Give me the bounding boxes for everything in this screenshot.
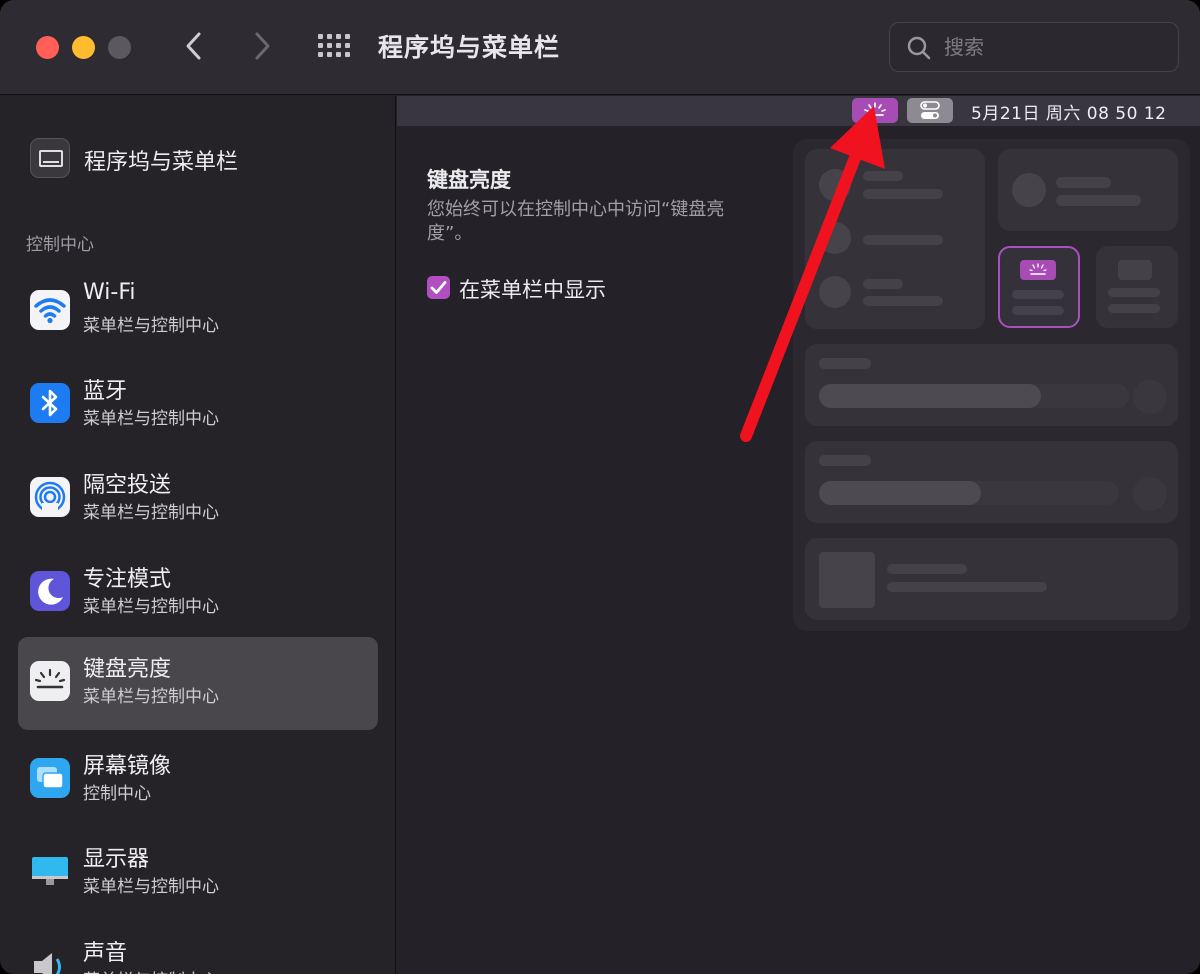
sidebar-item-name: 显示器 [83, 847, 150, 872]
sidebar-item-keyboard-brightness[interactable]: 键盘亮度 菜单栏与控制中心 [18, 637, 378, 730]
cc-screen-mirror-tile [1096, 246, 1178, 328]
sidebar-item-name: 蓝牙 [83, 379, 128, 404]
section-description: 您始终可以在控制中心中访问“键盘亮度”。 [427, 199, 725, 244]
sidebar-section-header: 控制中心 [26, 235, 94, 255]
sidebar-item-sound[interactable]: 声音 菜单栏与控制中心 [18, 921, 378, 974]
cc-display-slider-tile [805, 344, 1178, 426]
sidebar-item-subtitle: 菜单栏与控制中心 [83, 966, 219, 974]
cc-keyboard-brightness-tile [998, 246, 1080, 328]
focus-moon-icon [30, 571, 70, 611]
minimize-window-button[interactable] [72, 36, 95, 59]
sidebar-item-subtitle: 菜单栏与控制中心 [83, 409, 219, 429]
sidebar-item-name: 屏幕镜像 [83, 754, 172, 779]
forward-button[interactable] [244, 28, 280, 64]
checkmark-icon [430, 281, 447, 294]
sidebar-item-bluetooth[interactable]: 蓝牙 菜单栏与控制中心 [18, 359, 378, 452]
title-bar: 程序坞与菜单栏 [0, 0, 1200, 95]
airdrop-icon [30, 477, 70, 517]
system-preferences-window: 程序坞与菜单栏 程序坞与菜单栏 控制中心 [0, 0, 1200, 974]
sidebar-item-dock-menubar[interactable]: 程序坞与菜单栏 [30, 138, 370, 182]
keyboard-brightness-icon [864, 102, 886, 116]
dock-menubar-icon [30, 138, 70, 178]
wifi-icon [30, 290, 70, 330]
menubar-control-center-item [907, 98, 953, 123]
show-all-grid-button[interactable] [314, 30, 354, 64]
show-in-menubar-label: 在菜单栏中显示 [459, 278, 606, 302]
sidebar-item-display[interactable]: 显示器 菜单栏与控制中心 [18, 827, 378, 920]
sidebar-item-name: 声音 [83, 941, 128, 966]
sidebar-item-name: 键盘亮度 [83, 657, 172, 682]
search-field[interactable] [889, 22, 1179, 72]
window-title: 程序坞与菜单栏 [378, 33, 561, 62]
show-in-menubar-checkbox[interactable] [427, 276, 450, 299]
search-input[interactable] [944, 32, 1164, 62]
search-icon [907, 36, 931, 60]
sidebar-item-wifi[interactable]: Wi-Fi 菜单栏与控制中心 [18, 266, 378, 359]
sidebar-item-subtitle: 菜单栏与控制中心 [83, 503, 219, 523]
menubar-clock: 5月21日 周六 08 50 12 [971, 104, 1167, 124]
main-pane: 5月21日 周六 08 50 12 键盘亮度 您始终可以在控制中心中访问“键盘亮… [397, 96, 1200, 974]
chevron-right-icon [255, 32, 270, 60]
sidebar-item-subtitle: 菜单栏与控制中心 [83, 687, 219, 707]
sound-icon [30, 945, 70, 974]
sidebar-item-airdrop[interactable]: 隔空投送 菜单栏与控制中心 [18, 453, 378, 546]
sidebar-item-screen-mirroring[interactable]: 屏幕镜像 控制中心 [18, 734, 378, 827]
cc-now-playing-tile [805, 538, 1178, 620]
cc-connectivity-tile [805, 149, 985, 329]
display-icon [30, 851, 70, 891]
sidebar-item-subtitle: 控制中心 [83, 784, 151, 804]
keyboard-brightness-icon [30, 661, 70, 701]
chevron-left-icon [186, 32, 201, 60]
zoom-window-button[interactable] [108, 36, 131, 59]
keyboard-brightness-icon [1029, 263, 1047, 275]
sidebar-item-subtitle: 菜单栏与控制中心 [83, 597, 219, 617]
sidebar-item-focus[interactable]: 专注模式 菜单栏与控制中心 [18, 547, 378, 640]
screen-mirroring-icon [30, 758, 70, 798]
control-center-preview [793, 139, 1190, 631]
sidebar-item-subtitle: 菜单栏与控制中心 [83, 877, 219, 897]
control-center-icon [920, 101, 940, 119]
sidebar-item-name: 专注模式 [83, 567, 172, 592]
menubar-keyboard-brightness-item [852, 98, 898, 123]
bluetooth-icon [30, 383, 70, 423]
sidebar-item-label: 程序坞与菜单栏 [84, 150, 239, 175]
sidebar-item-subtitle: 菜单栏与控制中心 [83, 316, 219, 336]
cc-sound-slider-tile [805, 441, 1178, 523]
section-title: 键盘亮度 [427, 168, 511, 192]
sidebar-item-name: 隔空投送 [83, 473, 172, 498]
menubar-preview: 5月21日 周六 08 50 12 [397, 96, 1200, 126]
sidebar-item-name: Wi-Fi [83, 280, 136, 305]
close-window-button[interactable] [36, 36, 59, 59]
back-button[interactable] [176, 28, 212, 64]
sidebar: 程序坞与菜单栏 控制中心 Wi-Fi 菜单栏与控制中心 蓝牙 菜单栏与控制中心 … [0, 96, 396, 974]
cc-focus-tile [998, 149, 1178, 231]
